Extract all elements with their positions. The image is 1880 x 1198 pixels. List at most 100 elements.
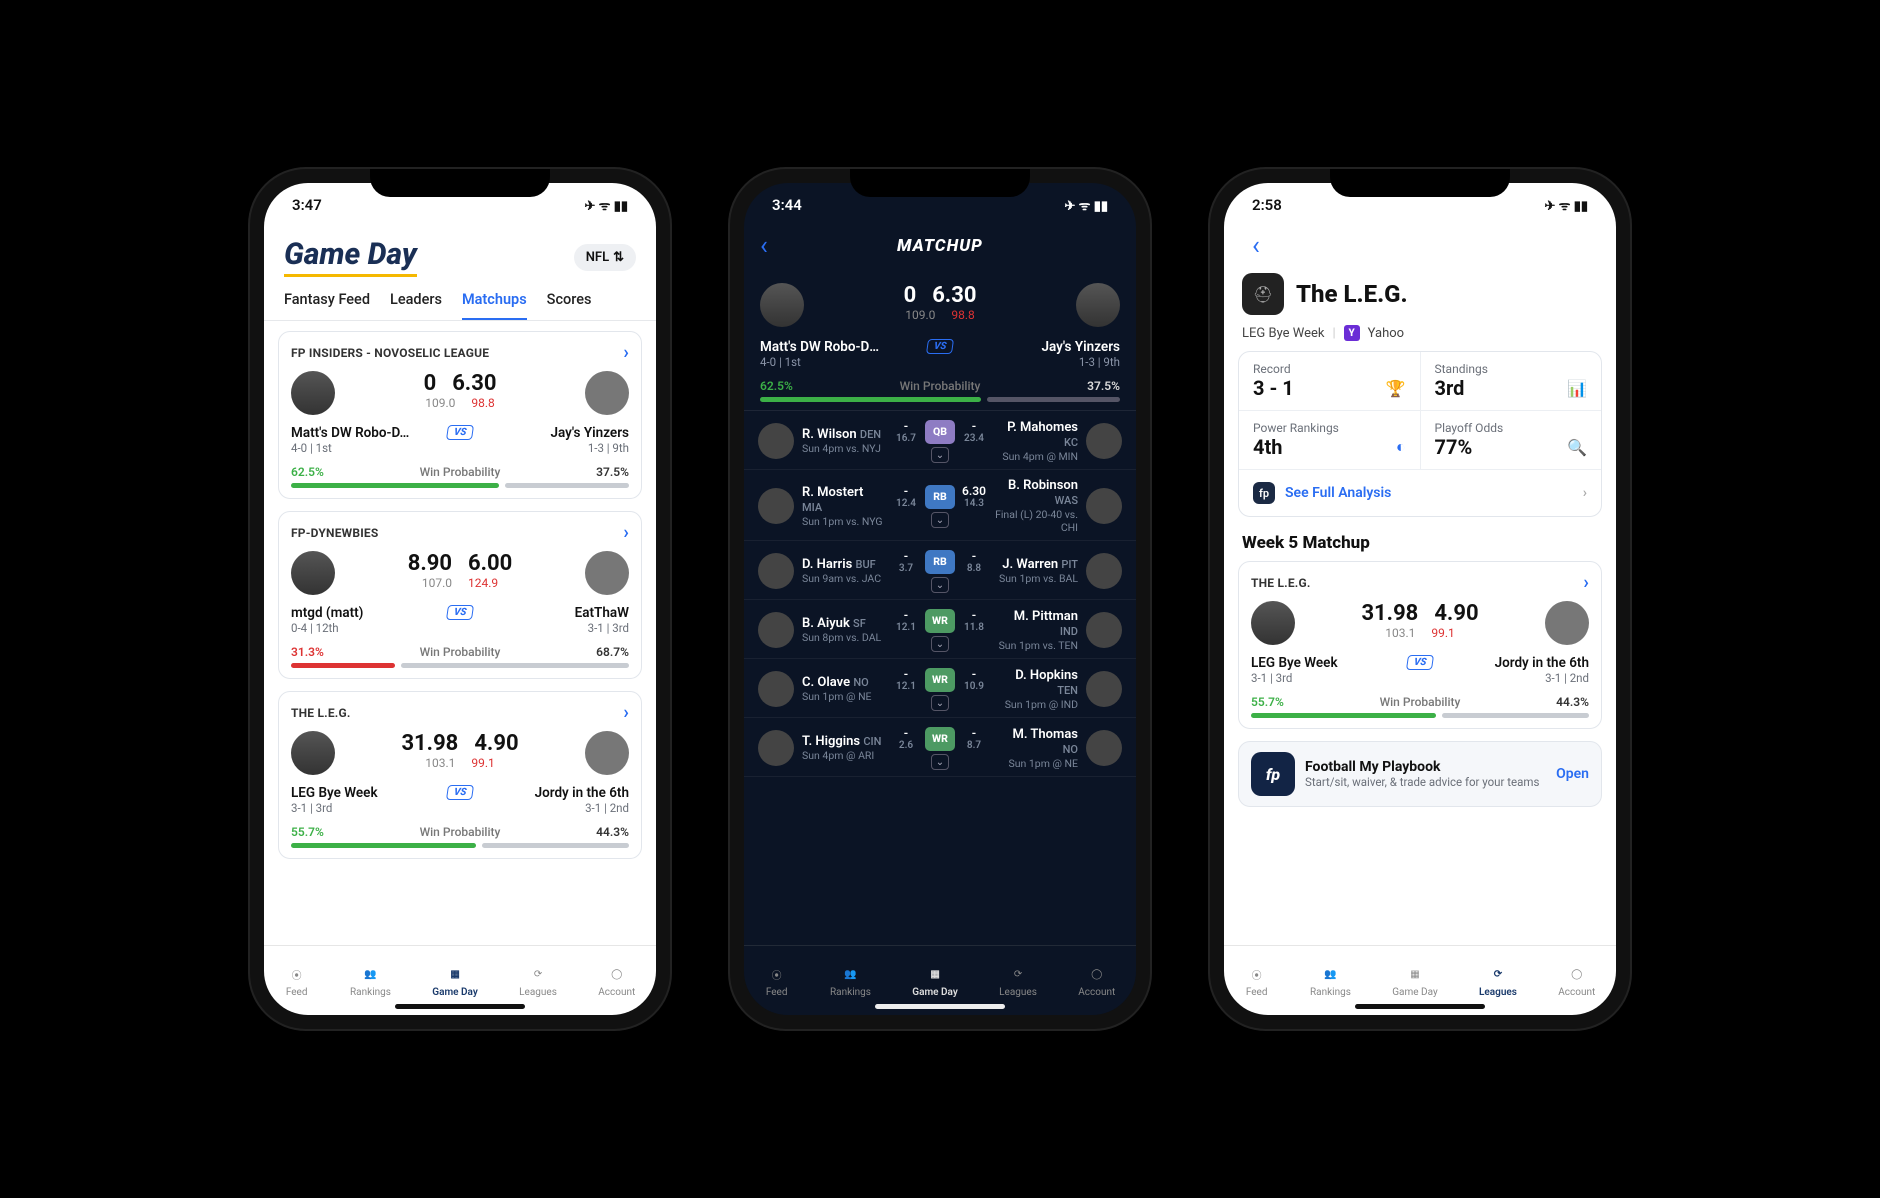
team-avatar-left <box>1251 601 1295 645</box>
player-info-left: Sun 4pm @ ARI <box>802 749 885 762</box>
analysis-icon: fp <box>1253 482 1275 504</box>
stat-cell[interactable]: Record 3 - 1🏆 <box>1239 352 1421 411</box>
proj-left: 12.1 <box>896 681 916 692</box>
tab-leagues[interactable]: ⟳Leagues <box>1479 963 1517 998</box>
back-button[interactable]: ‹ <box>744 227 784 265</box>
proj-left: 109.0 <box>425 396 455 410</box>
team-avatar-right <box>585 371 629 415</box>
expand-chevron-icon[interactable]: ⌄ <box>931 695 949 711</box>
player-avatar-right <box>1086 612 1122 648</box>
tab-leagues[interactable]: ⟳Leagues <box>519 963 557 998</box>
top-tab[interactable]: Scores <box>547 291 592 320</box>
team-record-left: 4-0 | 1st <box>760 355 880 369</box>
team-avatar-left <box>291 551 335 595</box>
status-icons: ✈ ᯤ ▮▮ <box>1064 196 1108 214</box>
tab-account[interactable]: ◯Account <box>1558 963 1595 998</box>
matchup-card[interactable]: THE L.E.G.› 31.984.90 103.199.1 LEG Bye … <box>278 691 642 859</box>
matchup-card[interactable]: THE L.E.G.› 31.984.90 103.199.1 LEG Bye … <box>1238 561 1602 729</box>
top-tab[interactable]: Leaders <box>390 291 442 320</box>
expand-chevron-icon[interactable]: ⌄ <box>931 636 949 652</box>
player-row[interactable]: B. Aiyuk SFSun 8pm vs. DAL -12.1 WR -11.… <box>744 600 1136 659</box>
tab-rankings[interactable]: 👥Rankings <box>350 963 391 998</box>
top-tabs: Fantasy Feed Leaders Matchups Scores <box>264 283 656 321</box>
promo-card[interactable]: fp Football My PlaybookStart/sit, waiver… <box>1238 741 1602 807</box>
tab-account[interactable]: ◯Account <box>1078 963 1115 998</box>
expand-chevron-icon[interactable]: ⌄ <box>931 754 949 770</box>
player-row[interactable]: C. Olave NOSun 1pm @ NE -12.1 WR -10.9 ⌄… <box>744 659 1136 718</box>
gauge-icon: ◐ <box>1396 437 1406 457</box>
tab-rankings[interactable]: 👥Rankings <box>830 963 871 998</box>
player-row[interactable]: D. Harris BUFSun 9am vs. JAC -3.7 RB -8.… <box>744 541 1136 600</box>
page-title: Game Day <box>284 237 417 277</box>
top-tab[interactable]: Matchups <box>462 291 527 320</box>
tab-label: Feed <box>1246 987 1268 998</box>
position-badge: RB <box>925 485 955 509</box>
expand-chevron-icon[interactable]: ⌄ <box>931 577 949 593</box>
chevron-right-icon: › <box>623 702 629 723</box>
proj-left: 103.1 <box>1385 626 1415 640</box>
tab-game-day[interactable]: ▦Game Day <box>432 963 478 998</box>
tab-feed[interactable]: ⦿Feed <box>1245 963 1269 998</box>
league-name: FP INSIDERS - NOVOSELIC LEAGUE <box>291 346 489 360</box>
tab-label: Leagues <box>999 987 1037 998</box>
promo-title: Football My Playbook <box>1305 759 1546 775</box>
matchup-card[interactable]: FP INSIDERS - NOVOSELIC LEAGUE› 06.30 10… <box>278 331 642 499</box>
vs-badge: VS <box>446 425 475 440</box>
player-row[interactable]: R. Wilson DENSun 4pm vs. NYJ -16.7 QB -2… <box>744 411 1136 470</box>
tab-label: Rankings <box>830 987 871 998</box>
promo-open-button[interactable]: Open <box>1556 766 1589 782</box>
status-icons: ✈ ᯤ ▮▮ <box>584 196 628 214</box>
player-row[interactable]: T. Higgins CINSun 4pm @ ARI -2.6 WR -8.7… <box>744 718 1136 777</box>
win-prob-right: 68.7% <box>596 645 629 659</box>
tab-icon: ▦ <box>443 963 467 985</box>
pts-right: - <box>972 608 976 622</box>
magnify-icon: 🔍 <box>1567 438 1587 457</box>
player-name-left: C. Olave NO <box>802 675 885 690</box>
tab-icon: ⦿ <box>765 963 789 985</box>
league-selector[interactable]: NFL ⇅ <box>574 244 636 271</box>
tab-rankings[interactable]: 👥Rankings <box>1310 963 1351 998</box>
win-prob-left: 62.5% <box>291 465 324 479</box>
matchup-card[interactable]: FP-DYNEWBIES› 8.906.00 107.0124.9 mtgd (… <box>278 511 642 679</box>
team-name-left: mtgd (matt) <box>291 605 411 621</box>
player-row[interactable]: R. Mostert MIASun 1pm vs. NYG -12.4 RB 6… <box>744 470 1136 541</box>
tab-feed[interactable]: ⦿Feed <box>765 963 789 998</box>
team-avatar-right <box>585 551 629 595</box>
back-button[interactable]: ‹ <box>1236 227 1276 265</box>
phone-3: 2:58 ✈ ᯤ ▮▮ ‹ ⛑ The L.E.G. LEG Bye Week … <box>1210 169 1630 1029</box>
tab-icon: ◯ <box>605 963 629 985</box>
full-analysis-link[interactable]: fpSee Full Analysis› <box>1239 470 1601 516</box>
pts-right: - <box>972 726 976 740</box>
proj-right: 98.8 <box>951 308 974 322</box>
expand-chevron-icon[interactable]: ⌄ <box>931 512 949 528</box>
win-prob-right: 37.5% <box>1087 379 1120 393</box>
player-avatar-left <box>758 553 794 589</box>
tab-label: Rankings <box>1310 987 1351 998</box>
top-tab[interactable]: Fantasy Feed <box>284 291 370 320</box>
status-bar: 3:47 ✈ ᯤ ▮▮ <box>264 183 656 227</box>
status-bar: 3:44 ✈ ᯤ ▮▮ <box>744 183 1136 227</box>
team-record-right: 3-1 | 3rd <box>509 621 629 635</box>
expand-chevron-icon[interactable]: ⌄ <box>931 447 949 463</box>
player-avatar-right <box>1086 553 1122 589</box>
tab-account[interactable]: ◯Account <box>598 963 635 998</box>
score-left: 8.90 <box>408 551 452 576</box>
proj-right: 99.1 <box>1431 626 1454 640</box>
tab-icon: ⟳ <box>1486 963 1510 985</box>
player-info-right: Sun 1pm @ NE <box>995 757 1078 770</box>
proj-left: 12.1 <box>896 622 916 633</box>
team-title: The L.E.G. <box>1296 280 1408 308</box>
tab-feed[interactable]: ⦿Feed <box>285 963 309 998</box>
tab-leagues[interactable]: ⟳Leagues <box>999 963 1037 998</box>
tab-game-day[interactable]: ▦Game Day <box>912 963 958 998</box>
team-name-right: Jay's Yinzers <box>509 425 629 441</box>
stat-cell[interactable]: Power Rankings 4th◐ <box>1239 411 1421 470</box>
promo-icon: fp <box>1251 752 1295 796</box>
home-indicator <box>1355 1004 1485 1009</box>
player-avatar-left <box>758 612 794 648</box>
pts-right: - <box>972 419 976 433</box>
tab-label: Rankings <box>350 987 391 998</box>
stat-cell[interactable]: Playoff Odds 77%🔍 <box>1421 411 1602 470</box>
tab-game-day[interactable]: ▦Game Day <box>1392 963 1437 998</box>
stat-cell[interactable]: Standings 3rd📊 <box>1421 352 1602 411</box>
